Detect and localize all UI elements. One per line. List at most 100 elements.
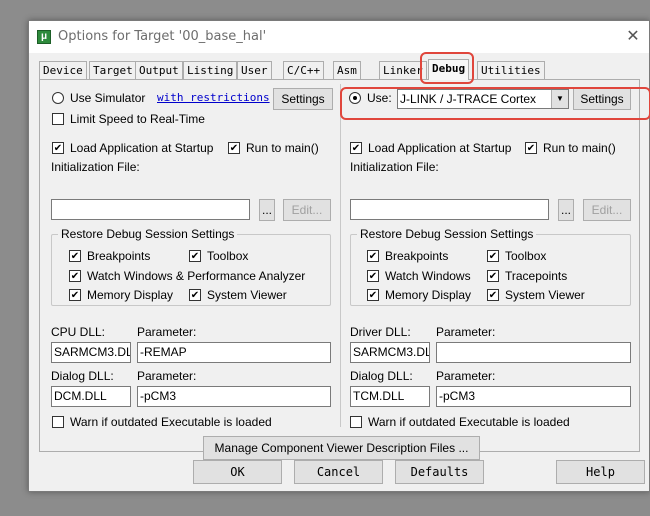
close-icon[interactable]: ✕	[623, 27, 643, 47]
left-system-viewer-option[interactable]: System Viewer	[189, 288, 287, 302]
tab-utilities[interactable]: Utilities	[477, 61, 545, 79]
right-breakpoints-option[interactable]: Breakpoints	[367, 249, 448, 263]
left-load-app-option[interactable]: Load Application at Startup	[52, 141, 213, 155]
right-system-viewer-label: System Viewer	[505, 288, 585, 302]
right-tracepoints-option[interactable]: Tracepoints	[487, 269, 567, 283]
right-init-file-label: Initialization File:	[350, 160, 439, 174]
right-memory-display-option[interactable]: Memory Display	[367, 288, 471, 302]
driver-param-input[interactable]	[436, 342, 631, 363]
right-load-app-checkbox[interactable]	[350, 142, 362, 154]
left-load-app-checkbox[interactable]	[52, 142, 64, 154]
chevron-down-icon[interactable]: ▼	[551, 90, 568, 108]
use-simulator-radio[interactable]	[52, 92, 64, 104]
left-dialog-param-input[interactable]: -pCM3	[137, 386, 331, 407]
window-title: Options for Target '00_base_hal'	[58, 29, 267, 44]
right-system-viewer-option[interactable]: System Viewer	[487, 288, 585, 302]
left-init-file-label: Initialization File:	[51, 160, 140, 174]
tab-listing[interactable]: Listing	[183, 61, 238, 79]
right-restore-group-title: Restore Debug Session Settings	[357, 227, 537, 241]
right-init-file-input[interactable]	[350, 199, 549, 220]
limit-speed-option[interactable]: Limit Speed to Real-Time	[52, 112, 205, 126]
column-divider	[340, 84, 341, 427]
with-restrictions-link[interactable]: with restrictions	[157, 91, 270, 104]
tab-linker[interactable]: Linker	[379, 61, 427, 79]
right-load-app-option[interactable]: Load Application at Startup	[350, 141, 511, 155]
cpu-param-label: Parameter:	[137, 325, 197, 339]
right-dialog-dll-input[interactable]: TCM.DLL	[350, 386, 430, 407]
cpu-dll-input[interactable]: SARMCM3.DLL	[51, 342, 131, 363]
right-memory-display-checkbox[interactable]	[367, 289, 379, 301]
left-breakpoints-checkbox[interactable]	[69, 250, 81, 262]
right-run-to-main-checkbox[interactable]	[525, 142, 537, 154]
manage-component-viewer-button[interactable]: Manage Component Viewer Description File…	[203, 436, 480, 460]
ok-button[interactable]: OK	[193, 460, 282, 484]
use-driver-label: Use:	[367, 91, 392, 105]
left-watch-windows-option[interactable]: Watch Windows & Performance Analyzer	[69, 269, 305, 283]
tab-device[interactable]: Device	[39, 61, 87, 79]
driver-settings-button[interactable]: Settings	[573, 88, 631, 110]
right-load-app-label: Load Application at Startup	[368, 141, 512, 155]
left-dialog-dll-input[interactable]: DCM.DLL	[51, 386, 131, 407]
right-breakpoints-checkbox[interactable]	[367, 250, 379, 262]
right-tracepoints-checkbox[interactable]	[487, 270, 499, 282]
right-watch-windows-checkbox[interactable]	[367, 270, 379, 282]
left-breakpoints-label: Breakpoints	[87, 249, 151, 263]
app-icon: μ	[37, 30, 51, 44]
left-run-to-main-checkbox[interactable]	[228, 142, 240, 154]
right-warn-outdated-checkbox[interactable]	[350, 416, 362, 428]
right-init-file-browse-button[interactable]: ...	[558, 199, 574, 221]
left-watch-windows-checkbox[interactable]	[69, 270, 81, 282]
tab-asm[interactable]: Asm	[333, 61, 361, 79]
simulator-settings-button[interactable]: Settings	[273, 88, 333, 110]
left-memory-display-option[interactable]: Memory Display	[69, 288, 173, 302]
left-system-viewer-label: System Viewer	[207, 288, 287, 302]
use-driver-radio[interactable]	[349, 92, 361, 104]
tab-cpp[interactable]: C/C++	[283, 61, 325, 79]
right-dialog-param-input[interactable]: -pCM3	[436, 386, 631, 407]
use-simulator-option[interactable]: Use Simulator	[52, 91, 145, 105]
right-init-file-edit-button: Edit...	[583, 199, 631, 221]
driver-param-label: Parameter:	[436, 325, 496, 339]
right-run-to-main-option[interactable]: Run to main()	[525, 141, 616, 155]
left-warn-outdated-option[interactable]: Warn if outdated Executable is loaded	[52, 415, 272, 429]
limit-speed-label: Limit Speed to Real-Time	[70, 112, 205, 126]
right-tracepoints-label: Tracepoints	[505, 269, 568, 283]
limit-speed-checkbox[interactable]	[52, 113, 64, 125]
tab-output[interactable]: Output	[135, 61, 183, 79]
help-button[interactable]: Help	[556, 460, 645, 484]
left-memory-display-checkbox[interactable]	[69, 289, 81, 301]
debug-driver-selected: J-LINK / J-TRACE Cortex	[400, 92, 537, 106]
right-watch-windows-option[interactable]: Watch Windows	[367, 269, 471, 283]
left-init-file-browse-button[interactable]: ...	[259, 199, 275, 221]
right-memory-display-label: Memory Display	[385, 288, 472, 302]
left-warn-outdated-checkbox[interactable]	[52, 416, 64, 428]
cancel-button[interactable]: Cancel	[294, 460, 383, 484]
left-run-to-main-label: Run to main()	[246, 141, 319, 155]
right-toolbox-option[interactable]: Toolbox	[487, 249, 546, 263]
left-load-app-label: Load Application at Startup	[70, 141, 214, 155]
defaults-button[interactable]: Defaults	[395, 460, 484, 484]
use-driver-option[interactable]: Use:	[349, 91, 392, 105]
tab-debug[interactable]: Debug	[428, 59, 470, 80]
right-toolbox-checkbox[interactable]	[487, 250, 499, 262]
left-toolbox-option[interactable]: Toolbox	[189, 249, 248, 263]
left-restore-group-title: Restore Debug Session Settings	[58, 227, 238, 241]
left-init-file-input[interactable]	[51, 199, 250, 220]
debug-driver-select[interactable]: J-LINK / J-TRACE Cortex ▼	[397, 89, 569, 109]
driver-dll-label: Driver DLL:	[350, 325, 411, 339]
right-warn-outdated-option[interactable]: Warn if outdated Executable is loaded	[350, 415, 570, 429]
left-breakpoints-option[interactable]: Breakpoints	[69, 249, 150, 263]
left-run-to-main-option[interactable]: Run to main()	[228, 141, 319, 155]
left-toolbox-label: Toolbox	[207, 249, 249, 263]
tab-user[interactable]: User	[237, 61, 272, 79]
driver-dll-input[interactable]: SARMCM3.DLL	[350, 342, 430, 363]
left-memory-display-label: Memory Display	[87, 288, 174, 302]
left-toolbox-checkbox[interactable]	[189, 250, 201, 262]
cpu-param-input[interactable]: -REMAP	[137, 342, 331, 363]
options-dialog: μ Options for Target '00_base_hal' ✕ Dev…	[28, 20, 650, 492]
left-dialog-dll-label: Dialog DLL:	[51, 369, 114, 383]
right-system-viewer-checkbox[interactable]	[487, 289, 499, 301]
left-system-viewer-checkbox[interactable]	[189, 289, 201, 301]
tab-target[interactable]: Target	[89, 61, 137, 79]
left-watch-windows-label: Watch Windows & Performance Analyzer	[87, 269, 306, 283]
